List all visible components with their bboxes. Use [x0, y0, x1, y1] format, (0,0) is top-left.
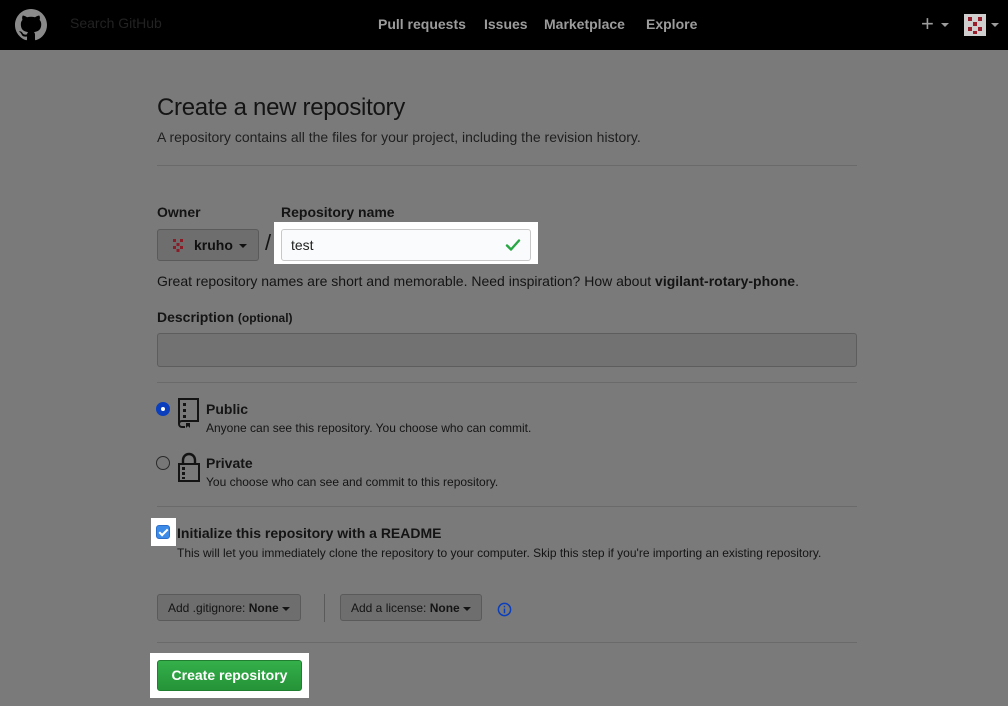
- public-title: Public: [206, 401, 249, 417]
- nav-marketplace[interactable]: Marketplace: [544, 16, 625, 32]
- license-select[interactable]: Add a license: None: [340, 594, 482, 621]
- description-input[interactable]: [157, 333, 857, 367]
- avatar: [173, 239, 183, 252]
- owner-repo-separator: /: [265, 230, 272, 255]
- repo-name-hint: Great repository names are short and mem…: [157, 273, 799, 289]
- public-description: Anyone can see this repository. You choo…: [206, 421, 532, 435]
- private-radio[interactable]: [156, 456, 170, 470]
- search-input[interactable]: Search GitHub: [70, 15, 162, 31]
- readme-checkbox-highlight: [151, 518, 176, 546]
- divider: [157, 642, 857, 643]
- create-button-highlight: Create repository: [150, 653, 309, 698]
- github-logo-icon[interactable]: [15, 9, 47, 41]
- page-subtitle: A repository contains all the files for …: [157, 129, 641, 145]
- owner-label: Owner: [157, 204, 201, 220]
- repository-name-input[interactable]: test: [281, 229, 531, 261]
- divider: [157, 506, 857, 507]
- private-title: Private: [206, 455, 253, 471]
- public-radio[interactable]: [156, 402, 170, 416]
- readme-title: Initialize this repository with a README: [177, 525, 442, 541]
- top-navbar: Search GitHub Pull requests Issues Marke…: [0, 0, 1008, 50]
- info-icon[interactable]: [497, 602, 512, 617]
- check-icon: [505, 239, 521, 251]
- repository-name-label: Repository name: [281, 204, 395, 220]
- owner-name: kruho: [194, 237, 233, 253]
- plus-icon[interactable]: +: [921, 11, 934, 37]
- nav-pull-requests[interactable]: Pull requests: [378, 16, 466, 32]
- chevron-down-icon[interactable]: [941, 23, 949, 27]
- chevron-down-icon: [281, 606, 290, 611]
- lock-icon: [178, 452, 200, 482]
- nav-explore[interactable]: Explore: [646, 16, 697, 32]
- readme-description: This will let you immediately clone the …: [177, 546, 822, 560]
- page-title: Create a new repository: [157, 94, 405, 121]
- chevron-down-icon: [462, 606, 471, 611]
- nav-issues[interactable]: Issues: [484, 16, 528, 32]
- name-suggestion-link[interactable]: vigilant-rotary-phone: [655, 273, 795, 289]
- divider: [157, 165, 857, 166]
- create-repository-button[interactable]: Create repository: [157, 660, 302, 691]
- chevron-down-icon[interactable]: [991, 23, 999, 27]
- gitignore-select[interactable]: Add .gitignore: None: [157, 594, 301, 621]
- divider: [157, 382, 857, 383]
- private-description: You choose who can see and commit to thi…: [206, 475, 499, 489]
- owner-select[interactable]: kruho: [157, 229, 259, 261]
- repo-book-icon: [178, 398, 199, 428]
- chevron-down-icon: [239, 244, 247, 248]
- divider: [324, 594, 325, 622]
- avatar[interactable]: [964, 14, 986, 36]
- description-label: Description (optional): [157, 309, 293, 325]
- readme-checkbox[interactable]: [156, 525, 170, 539]
